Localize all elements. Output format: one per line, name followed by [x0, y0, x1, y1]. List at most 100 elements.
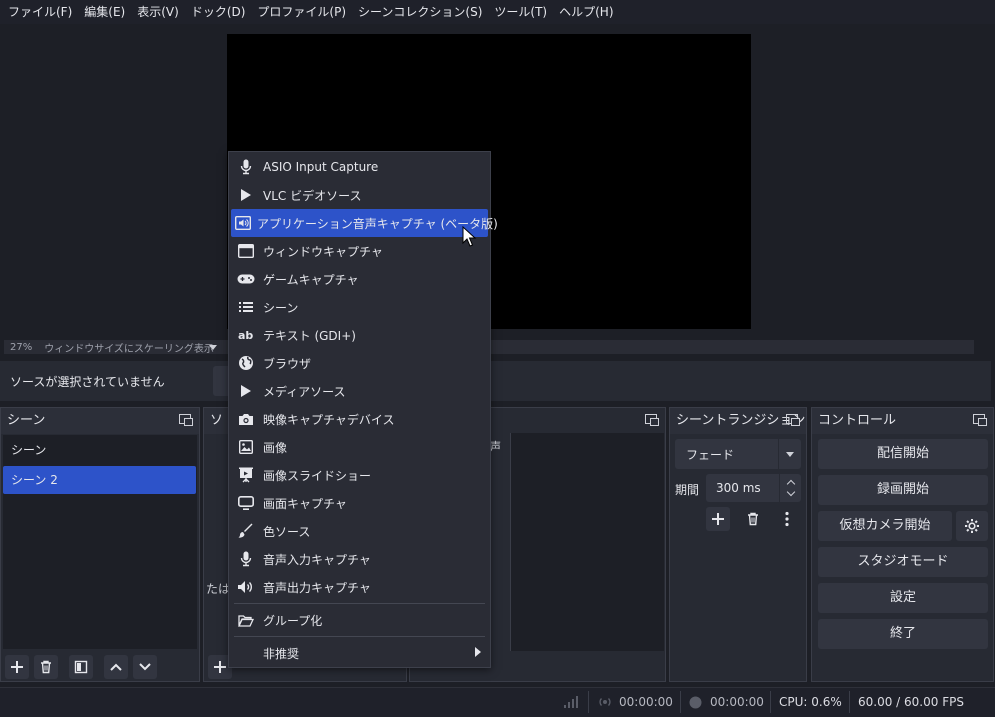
remove-scene-button[interactable] — [34, 655, 58, 679]
chevron-up-icon — [110, 663, 122, 671]
plus-icon — [214, 661, 226, 673]
menu-item-media-source[interactable]: メディアソース — [231, 377, 488, 405]
menu-file[interactable]: ファイル(F) — [2, 0, 78, 24]
menu-view[interactable]: 表示(V) — [131, 0, 185, 24]
filter-icon — [74, 660, 88, 674]
float-dock-icon[interactable] — [973, 414, 987, 426]
status-separator — [588, 691, 589, 713]
move-scene-down-button[interactable] — [133, 655, 157, 679]
menu-item-application-audio-capture[interactable]: アプリケーション音声キャプチャ (ベータ版) — [231, 209, 498, 237]
menu-item-label: 色ソース — [263, 524, 311, 539]
chevron-down-icon[interactable] — [786, 487, 795, 497]
menu-item-label: グループ化 — [263, 613, 323, 628]
chevron-down-icon — [209, 344, 217, 350]
exit-button[interactable]: 終了 — [818, 619, 988, 649]
menu-item-vlc-source[interactable]: VLC ビデオソース — [231, 181, 488, 209]
menu-docks[interactable]: ドック(D) — [185, 0, 252, 24]
preview-scrollbar[interactable] — [977, 24, 991, 354]
menu-tools[interactable]: ツール(T) — [488, 0, 553, 24]
virtualcam-settings-button[interactable] — [956, 511, 988, 541]
move-scene-up-button[interactable] — [104, 655, 128, 679]
menu-item-label: 音声入力キャプチャ — [263, 552, 371, 567]
trash-icon — [748, 512, 758, 526]
monitor-icon — [238, 496, 254, 510]
text-icon: ab — [238, 329, 253, 341]
globe-icon — [239, 356, 253, 370]
scene-item-selected[interactable]: シーン 2 — [3, 466, 196, 494]
submenu-arrow-icon — [475, 647, 481, 657]
sources-hint-text: たは — [206, 582, 231, 596]
menu-item-browser[interactable]: ブラウザ — [231, 349, 488, 377]
start-virtualcam-button[interactable]: 仮想カメラ開始 — [818, 511, 952, 541]
chevron-down-icon — [139, 663, 151, 671]
play-icon — [241, 385, 251, 397]
transition-select-value: フェード — [686, 448, 735, 462]
menu-item-label: 音声出力キャプチャ — [263, 580, 371, 595]
start-recording-button[interactable]: 録画開始 — [818, 475, 988, 505]
speaker-icon — [238, 581, 252, 593]
gamepad-icon — [237, 274, 255, 284]
image-icon — [239, 440, 253, 454]
start-streaming-button[interactable]: 配信開始 — [818, 439, 988, 469]
add-scene-button[interactable] — [5, 655, 29, 679]
menu-edit[interactable]: 編集(E) — [78, 0, 131, 24]
menu-item-label: 非推奨 — [263, 646, 300, 661]
scaling-dropdown[interactable] — [202, 340, 224, 354]
menu-item-window-capture[interactable]: ウィンドウキャプチャ — [231, 237, 488, 265]
record-status-icon — [689, 696, 702, 709]
float-dock-icon[interactable] — [645, 414, 659, 426]
menu-item-image-slideshow[interactable]: 画像スライドショー — [231, 461, 488, 489]
remove-transition-button[interactable] — [741, 507, 765, 531]
menu-item-audio-input-capture[interactable]: 音声入力キャプチャ — [231, 545, 488, 573]
menu-scene-collection[interactable]: シーンコレクション(S) — [352, 0, 488, 24]
menu-item-color-source[interactable]: 色ソース — [231, 517, 488, 545]
trash-icon — [41, 660, 51, 674]
menu-item-asio-input-capture[interactable]: ASIO Input Capture — [231, 153, 488, 181]
menu-item-label: 画像 — [263, 440, 288, 455]
menu-item-audio-output-capture[interactable]: 音声出力キャプチャ — [231, 573, 488, 601]
menu-profile[interactable]: プロファイル(P) — [251, 0, 352, 24]
scene-filters-button[interactable] — [69, 655, 93, 679]
list-icon — [239, 302, 253, 312]
chevron-down-icon — [786, 451, 794, 457]
menu-item-display-capture[interactable]: 画面キャプチャ — [231, 489, 488, 517]
audio-mixer-panel — [510, 433, 664, 651]
menu-item-label: 画面キャプチャ — [263, 496, 347, 511]
app-audio-icon — [235, 216, 251, 230]
menu-item-video-capture-device[interactable]: 映像キャプチャデバイス — [231, 405, 488, 433]
menu-item-label: ゲームキャプチャ — [263, 272, 359, 287]
transition-more-button[interactable] — [775, 507, 799, 531]
duration-stepper[interactable] — [779, 474, 801, 502]
add-transition-button[interactable] — [706, 507, 730, 531]
float-dock-icon[interactable] — [179, 414, 193, 426]
settings-button[interactable]: 設定 — [818, 583, 988, 613]
menu-help[interactable]: ヘルプ(H) — [553, 0, 619, 24]
transition-select-arrow[interactable] — [778, 439, 801, 469]
menu-item-game-capture[interactable]: ゲームキャプチャ — [231, 265, 488, 293]
plus-icon — [11, 661, 23, 673]
microphone-icon — [240, 159, 252, 175]
scaling-mode: ウィンドウサイズにスケーリング表示 — [44, 343, 214, 355]
status-separator — [849, 691, 850, 713]
menu-item-label: VLC ビデオソース — [263, 188, 362, 203]
menu-item-label: テキスト (GDI+) — [263, 328, 356, 343]
menu-item-group[interactable]: グループ化 — [231, 606, 488, 634]
mixer-text: 声 — [490, 440, 501, 453]
duration-value: 300 ms — [716, 481, 761, 495]
menu-separator — [234, 636, 485, 637]
menu-item-label: シーン — [263, 300, 299, 315]
menu-item-image[interactable]: 画像 — [231, 433, 488, 461]
menu-item-text-gdi[interactable]: ab テキスト (GDI+) — [231, 321, 488, 349]
menu-item-deprecated[interactable]: 非推奨 — [231, 639, 488, 667]
network-signal-icon — [564, 696, 578, 708]
zoom-level: 27% — [10, 341, 33, 353]
fps-indicator: 60.00 / 60.00 FPS — [858, 695, 964, 709]
controls-dock-title: コントロール — [812, 408, 993, 434]
menu-item-scene[interactable]: シーン — [231, 293, 488, 321]
studio-mode-button[interactable]: スタジオモード — [818, 547, 988, 577]
scene-item[interactable]: シーン — [3, 436, 196, 464]
float-dock-icon[interactable] — [786, 414, 800, 426]
menu-item-label: ASIO Input Capture — [263, 160, 379, 174]
more-vertical-icon — [785, 511, 789, 527]
no-source-label: ソースが選択されていません — [10, 375, 165, 389]
